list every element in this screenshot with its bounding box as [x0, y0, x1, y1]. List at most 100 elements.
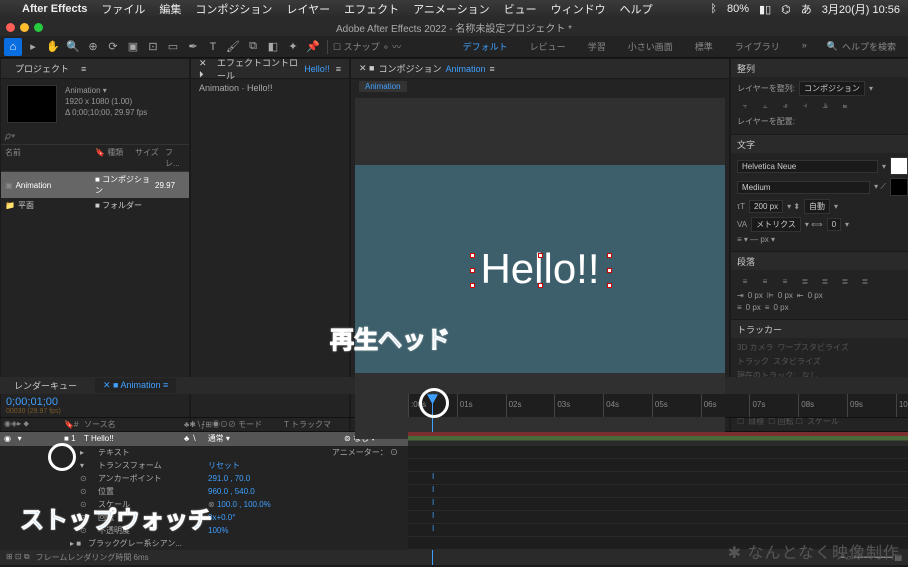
zoom-tool-icon[interactable]: 🔍 — [64, 38, 82, 56]
paragraph-panel-tab[interactable]: 段落 — [731, 252, 908, 270]
canvas[interactable]: Hello!! — [355, 165, 725, 373]
time-ruler[interactable]: :00s 01s 02s 03s 04s 05s 06s 07s 08s 09s… — [408, 394, 908, 417]
zoom-icon[interactable] — [34, 23, 43, 32]
ec-tab[interactable]: エフェクトコントロール — [217, 56, 298, 82]
hand-tool-icon[interactable]: ✋ — [44, 38, 62, 56]
menu-help[interactable]: ヘルプ — [620, 1, 653, 17]
position-value[interactable]: 960.0 , 540.0 — [208, 487, 408, 496]
justify-right-icon[interactable]: ≣ — [837, 274, 853, 288]
workspace-more[interactable]: » — [792, 37, 817, 56]
camera-tool-icon[interactable]: ▣ — [124, 38, 142, 56]
fill-color[interactable] — [890, 157, 908, 175]
prop-anchor[interactable]: アンカーポイント — [98, 473, 208, 484]
align-hcenter-icon[interactable]: ⫠ — [757, 99, 773, 113]
character-panel-tab[interactable]: 文字 — [731, 135, 908, 153]
tab-render-queue[interactable]: レンダーキュー — [6, 377, 85, 394]
text-handle[interactable] — [607, 268, 612, 273]
animator-add[interactable]: アニメーター： — [332, 448, 388, 457]
workspace-default[interactable]: デフォルト — [453, 37, 518, 56]
menu-layer[interactable]: レイヤー — [286, 1, 330, 17]
text-handle[interactable] — [538, 253, 543, 258]
selection-tool-icon[interactable]: ▸ — [24, 38, 42, 56]
text-handle[interactable] — [470, 283, 475, 288]
toggle-switches-icon[interactable]: ⊞ ⊡ ⧉ — [6, 552, 30, 562]
opacity-value[interactable]: 100% — [208, 526, 408, 535]
workspace-small[interactable]: 小さい画面 — [618, 37, 683, 56]
align-right-text-icon[interactable]: ≡ — [777, 274, 793, 288]
layer-bar[interactable] — [408, 432, 908, 446]
col-mode[interactable]: モード — [238, 420, 262, 429]
tab-animation[interactable]: Animation — [121, 380, 161, 390]
menu-window[interactable]: ウィンドウ — [551, 1, 606, 17]
font-weight[interactable]: Medium — [737, 181, 870, 194]
menu-composition[interactable]: コンポジション — [195, 1, 272, 17]
menu-view[interactable]: ビュー — [504, 1, 537, 17]
stopwatch-icon[interactable]: ⊙ — [80, 500, 98, 509]
close-icon[interactable] — [6, 23, 15, 32]
roto-tool-icon[interactable]: ✦ — [284, 38, 302, 56]
app-name[interactable]: After Effects — [22, 3, 87, 15]
align-left-text-icon[interactable]: ≡ — [737, 274, 753, 288]
menu-file[interactable]: ファイル — [101, 1, 145, 17]
prop-opacity[interactable]: 不透明度 — [98, 525, 208, 536]
col-fps[interactable]: フレ... — [165, 147, 185, 169]
reset-transform[interactable]: リセット — [208, 460, 408, 471]
workspace-review[interactable]: レビュー — [520, 37, 576, 56]
workspace-library[interactable]: ライブラリ — [725, 37, 790, 56]
layer-mode[interactable]: 通常 — [208, 434, 224, 443]
scale-value[interactable]: 100.0 , 100.0% — [217, 500, 271, 509]
layer-name[interactable]: Hello!! — [91, 434, 114, 443]
pan-behind-tool-icon[interactable]: ⊡ — [144, 38, 162, 56]
stroke-color[interactable] — [890, 178, 908, 196]
anchor-value[interactable]: 291.0 , 70.0 — [208, 474, 408, 483]
comp-flowchart[interactable]: Animation — [359, 81, 407, 92]
rotate-tool-icon[interactable]: ⟳ — [104, 38, 122, 56]
align-center-text-icon[interactable]: ≡ — [757, 274, 773, 288]
align-top-icon[interactable]: ⫞ — [797, 99, 813, 113]
stopwatch-icon[interactable]: ⊙ — [80, 487, 98, 496]
justify-left-icon[interactable]: ≣ — [797, 274, 813, 288]
layer-color[interactable]: ブラックグレー系シアン... — [88, 538, 198, 549]
rotation-value[interactable]: 0x+0.0° — [208, 513, 408, 522]
prop-rotation[interactable]: 回転 — [98, 512, 208, 523]
align-vcenter-icon[interactable]: ⫡ — [817, 99, 833, 113]
timeline-tracks[interactable]: I I I I I — [408, 432, 908, 550]
justify-center-icon[interactable]: ≣ — [817, 274, 833, 288]
prop-transform[interactable]: トランスフォーム — [98, 460, 208, 471]
comp-name[interactable]: Animation ▾ — [65, 85, 147, 96]
prop-scale[interactable]: スケール — [98, 499, 208, 510]
project-item-solids[interactable]: 📁平面 ■ フォルダー — [1, 198, 189, 213]
prop-position[interactable]: 位置 — [98, 486, 208, 497]
composition-viewer[interactable]: Hello!! — [355, 98, 725, 439]
menu-edit[interactable]: 編集 — [159, 1, 181, 17]
font-family[interactable]: Helvetica Neue — [737, 160, 878, 173]
indent-left[interactable]: 0 px — [748, 291, 763, 300]
col-name[interactable]: 名前 — [5, 147, 95, 169]
text-handle[interactable] — [607, 253, 612, 258]
align-right-icon[interactable]: ⫣ — [777, 99, 793, 113]
clone-tool-icon[interactable]: ⧉ — [244, 38, 262, 56]
wifi-icon[interactable]: ⌬ — [781, 3, 791, 16]
help-search[interactable]: 🔍 ヘルプを検索 — [819, 37, 904, 56]
snap-label[interactable]: スナップ — [344, 42, 380, 52]
prop-text[interactable]: テキスト — [98, 447, 208, 458]
brush-tool-icon[interactable]: 🖌 — [224, 38, 242, 56]
kerning[interactable]: メトリクス — [751, 217, 801, 232]
traffic-lights[interactable] — [6, 23, 43, 32]
comp-tab-name[interactable]: Animation — [446, 64, 486, 74]
pen-tool-icon[interactable]: ✒ — [184, 38, 202, 56]
align-left-icon[interactable]: ⫟ — [737, 99, 753, 113]
leading[interactable]: 自動 — [804, 199, 830, 214]
minimize-icon[interactable] — [20, 23, 29, 32]
project-tab[interactable]: プロジェクト — [9, 60, 75, 77]
text-handle[interactable] — [538, 283, 543, 288]
col-size[interactable]: サイズ — [135, 147, 165, 169]
menu-effect[interactable]: エフェクト — [344, 1, 399, 17]
col-source-name[interactable]: ソース名 — [84, 419, 184, 430]
input-icon[interactable]: あ — [801, 1, 812, 17]
orbit-tool-icon[interactable]: ⊕ — [84, 38, 102, 56]
text-handle[interactable] — [470, 253, 475, 258]
font-size[interactable]: 200 px — [749, 200, 783, 213]
align-bottom-icon[interactable]: ⫢ — [837, 99, 853, 113]
comp-thumbnail[interactable] — [7, 85, 57, 123]
